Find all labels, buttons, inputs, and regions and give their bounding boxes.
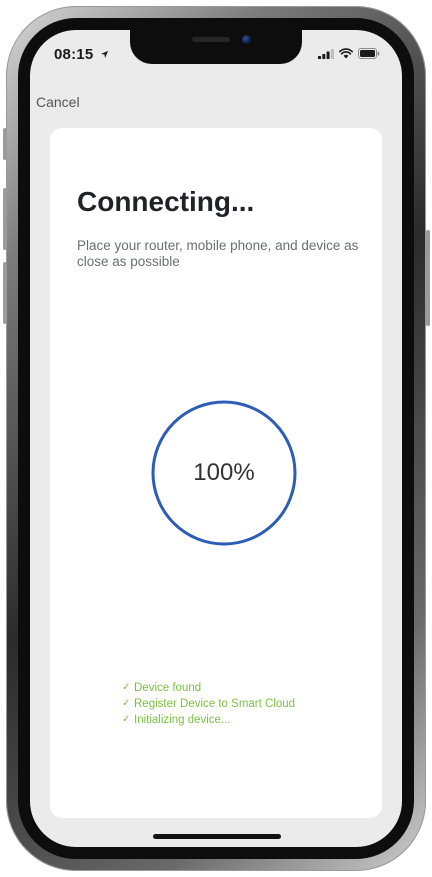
location-arrow-icon	[100, 50, 108, 59]
check-icon: ✓	[122, 682, 131, 693]
step-label: Device found	[134, 682, 202, 694]
check-icon: ✓	[122, 698, 131, 709]
cellular-signal-icon	[318, 48, 334, 59]
step-device-found: ✓ Device found	[122, 680, 295, 696]
status-time-text: 08:15	[54, 46, 94, 63]
connection-steps-list: ✓ Device found ✓ Register Device to Smar…	[122, 680, 295, 728]
page-title: Connecting...	[77, 186, 255, 217]
step-register-device: ✓ Register Device to Smart Cloud	[122, 696, 295, 712]
battery-icon	[358, 48, 380, 59]
instruction-text: Place your router, mobile phone, and dev…	[77, 238, 359, 269]
progress-ring: 100%	[151, 400, 297, 546]
front-camera	[242, 35, 251, 44]
home-indicator[interactable]	[153, 834, 281, 839]
step-initializing-device: ✓ Initializing device...	[122, 712, 295, 728]
power-button	[426, 230, 430, 326]
step-label: Initializing device...	[134, 714, 231, 726]
progress-percentage: 100%	[193, 459, 255, 486]
volume-down-button	[3, 262, 7, 324]
wifi-icon	[339, 48, 353, 59]
speaker-grille	[192, 37, 230, 42]
notch	[130, 30, 302, 64]
cancel-button[interactable]: Cancel	[36, 94, 80, 110]
connecting-card: Connecting... Place your router, mobile …	[50, 128, 382, 818]
status-icons	[318, 48, 380, 59]
check-icon: ✓	[122, 714, 131, 725]
step-label: Register Device to Smart Cloud	[134, 698, 296, 710]
screen: 08:15 Cancel Connecting... Place your ro…	[30, 30, 402, 847]
volume-up-button	[3, 188, 7, 250]
status-time: 08:15	[54, 46, 109, 63]
mute-switch	[3, 128, 7, 160]
